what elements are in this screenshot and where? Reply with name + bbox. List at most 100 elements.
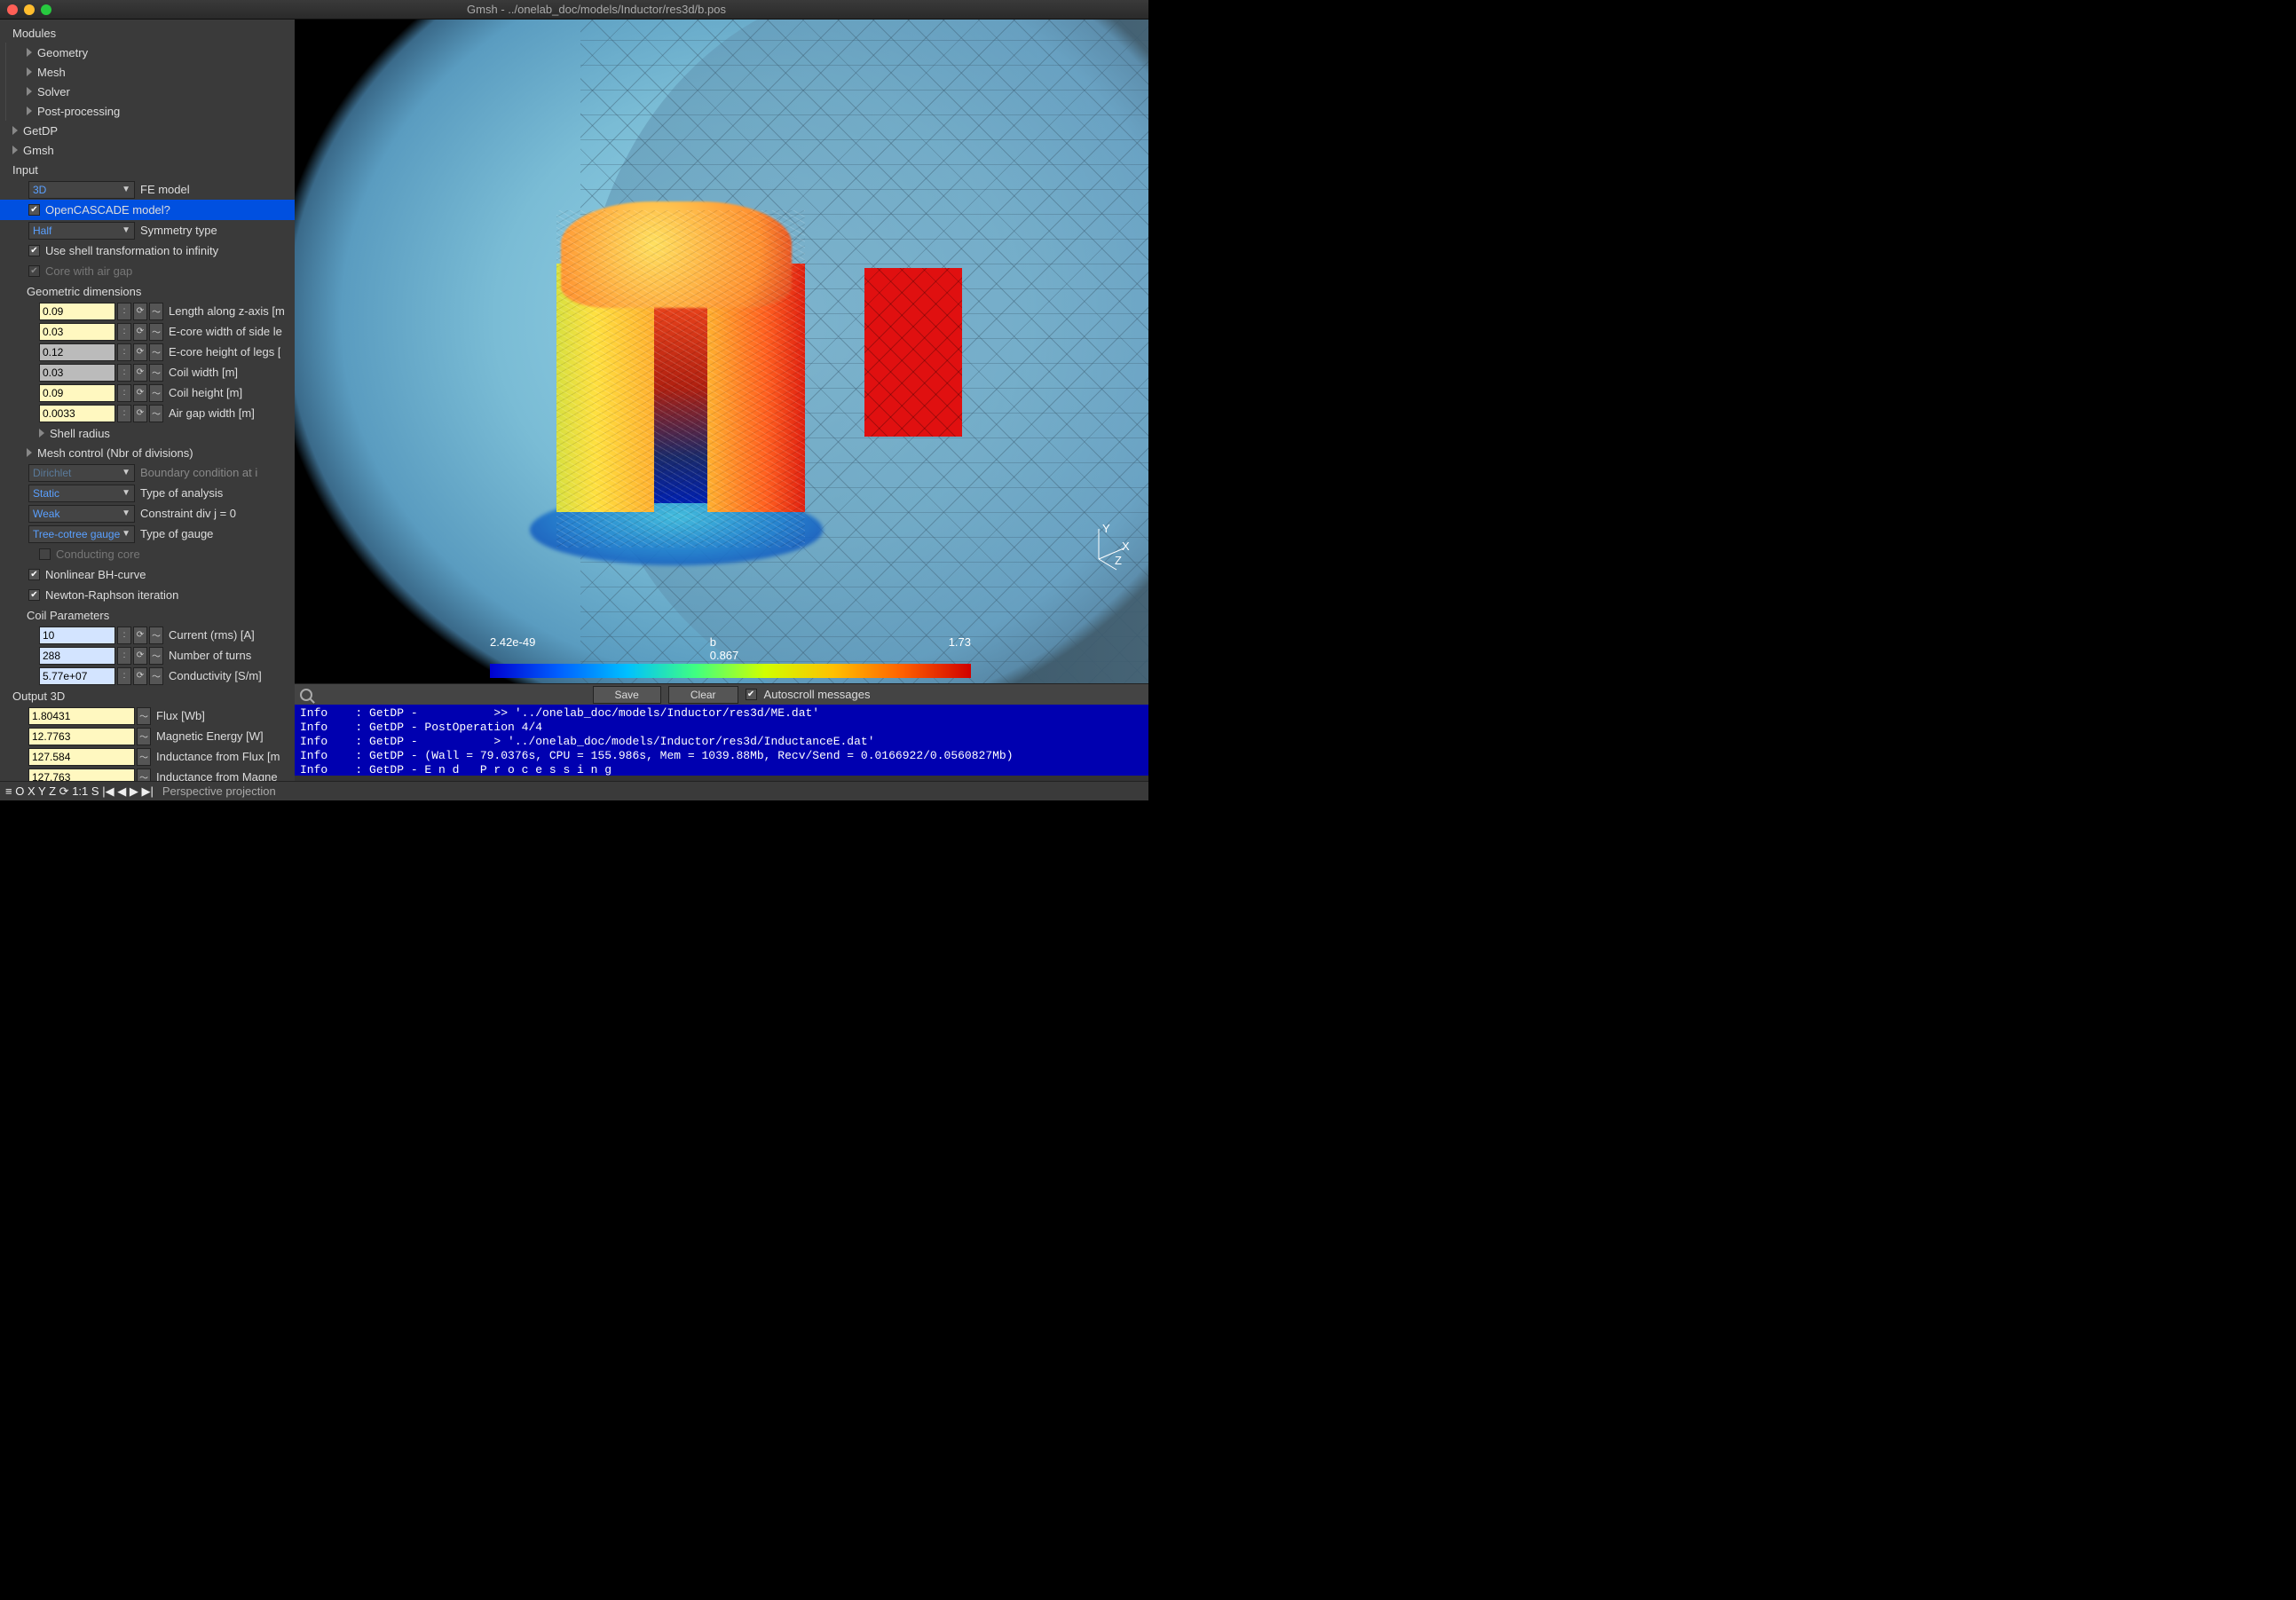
colorbar-max: 1.73 xyxy=(949,635,971,662)
module-mesh[interactable]: Mesh xyxy=(0,62,295,82)
stepper-button[interactable]: : xyxy=(117,647,131,665)
status-button[interactable]: |◀ xyxy=(102,784,114,798)
stepper-button[interactable]: : xyxy=(117,667,131,685)
stepper-button[interactable]: : xyxy=(117,303,131,320)
fe-model-select[interactable]: 3D▼ FE model xyxy=(0,179,295,200)
stepper-button[interactable]: : xyxy=(117,364,131,382)
status-button[interactable]: ▶ xyxy=(130,784,138,798)
coil-row: : ⟳ 〜 Number of turns xyxy=(0,645,295,666)
geodim-input[interactable] xyxy=(39,303,115,320)
graph-button[interactable]: 〜 xyxy=(149,384,163,402)
graph-button[interactable]: 〜 xyxy=(149,303,163,320)
nonlinear-bh-checkbox[interactable]: ✔ Nonlinear BH-curve xyxy=(0,564,295,585)
output3d-header[interactable]: Output 3D xyxy=(0,686,295,705)
shell-transform-checkbox[interactable]: ✔ Use shell transformation to infinity xyxy=(0,240,295,261)
gmsh-node[interactable]: Gmsh xyxy=(0,140,295,160)
symmetry-select[interactable]: Half▼ Symmetry type xyxy=(0,220,295,240)
getdp-node[interactable]: GetDP xyxy=(0,121,295,140)
clear-button[interactable]: Clear xyxy=(668,686,738,704)
stepper-button[interactable]: : xyxy=(117,384,131,402)
constraint-select[interactable]: Weak▼ Constraint div j = 0 xyxy=(0,503,295,524)
mesh-control-node[interactable]: Mesh control (Nbr of divisions) xyxy=(0,443,295,462)
save-button[interactable]: Save xyxy=(593,686,661,704)
refresh-button[interactable]: ⟳ xyxy=(133,627,147,644)
graph-button[interactable]: 〜 xyxy=(149,667,163,685)
3d-viewport[interactable]: 2.42e-49 b0.867 1.73 Y X Z xyxy=(295,20,1148,683)
geodim-input[interactable] xyxy=(39,405,115,422)
output-value xyxy=(28,748,135,766)
coil-input[interactable] xyxy=(39,647,115,665)
refresh-button[interactable]: ⟳ xyxy=(133,667,147,685)
geodim-input[interactable] xyxy=(39,384,115,402)
status-button[interactable]: S xyxy=(91,784,99,798)
checkbox-icon[interactable]: ✔ xyxy=(746,689,757,700)
input-header[interactable]: Input xyxy=(0,160,295,179)
refresh-button[interactable]: ⟳ xyxy=(133,647,147,665)
opencascade-checkbox[interactable]: ✔ OpenCASCADE model? xyxy=(0,200,295,220)
stepper-button[interactable]: : xyxy=(117,405,131,422)
coil-label: Number of turns xyxy=(169,649,251,662)
status-button[interactable]: X xyxy=(28,784,36,798)
refresh-button[interactable]: ⟳ xyxy=(133,364,147,382)
geodim-row: : ⟳ 〜 Length along z-axis [m xyxy=(0,301,295,321)
refresh-button[interactable]: ⟳ xyxy=(133,323,147,341)
minimize-icon[interactable] xyxy=(24,4,35,15)
status-button[interactable]: ⟳ xyxy=(59,784,69,798)
output-row: 〜 Flux [Wb] xyxy=(0,705,295,726)
status-button[interactable]: Z xyxy=(49,784,56,798)
graph-button[interactable]: 〜 xyxy=(149,343,163,361)
colorbar: 2.42e-49 b0.867 1.73 xyxy=(490,635,971,667)
graph-button[interactable]: 〜 xyxy=(149,405,163,422)
gauge-select[interactable]: Tree-cotree gauge▼ Type of gauge xyxy=(0,524,295,544)
graph-button[interactable]: 〜 xyxy=(137,707,151,725)
search-icon[interactable] xyxy=(300,689,312,701)
status-button[interactable]: ◀ xyxy=(117,784,126,798)
output-label: Magnetic Energy [W] xyxy=(156,729,264,743)
status-button[interactable]: ▶| xyxy=(141,784,153,798)
coil-input[interactable] xyxy=(39,667,115,685)
module-geometry[interactable]: Geometry xyxy=(0,43,295,62)
graph-button[interactable]: 〜 xyxy=(137,728,151,745)
graph-button[interactable]: 〜 xyxy=(137,748,151,766)
stepper-button[interactable]: : xyxy=(117,627,131,644)
coil-params-header[interactable]: Coil Parameters xyxy=(0,605,295,625)
shell-radius-node[interactable]: Shell radius xyxy=(0,423,295,443)
graph-button[interactable]: 〜 xyxy=(149,627,163,644)
geodim-row: : ⟳ 〜 Coil height [m] xyxy=(0,382,295,403)
close-icon[interactable] xyxy=(7,4,18,15)
geodim-label: Coil height [m] xyxy=(169,386,242,399)
geodim-input[interactable] xyxy=(39,364,115,382)
stepper-button[interactable]: : xyxy=(117,323,131,341)
expand-icon xyxy=(12,126,18,135)
expand-icon xyxy=(27,87,32,96)
refresh-button[interactable]: ⟳ xyxy=(133,384,147,402)
geodim-input[interactable] xyxy=(39,343,115,361)
status-button[interactable]: 1:1 xyxy=(72,784,88,798)
geodim-header[interactable]: Geometric dimensions xyxy=(0,281,295,301)
expand-icon xyxy=(27,67,32,76)
h-scrollbar[interactable] xyxy=(295,776,1148,781)
modules-header[interactable]: Modules xyxy=(0,23,295,43)
geodim-label: Air gap width [m] xyxy=(169,406,255,420)
coil-input[interactable] xyxy=(39,627,115,644)
newton-raphson-checkbox[interactable]: ✔ Newton-Raphson iteration xyxy=(0,585,295,605)
status-button[interactable]: O xyxy=(15,784,24,798)
status-button[interactable]: ≡ xyxy=(5,784,12,798)
refresh-button[interactable]: ⟳ xyxy=(133,343,147,361)
geodim-row: : ⟳ 〜 E-core width of side le xyxy=(0,321,295,342)
refresh-button[interactable]: ⟳ xyxy=(133,405,147,422)
maximize-icon[interactable] xyxy=(41,4,51,15)
window-title: Gmsh - ../onelab_doc/models/Inductor/res… xyxy=(51,3,1141,16)
graph-button[interactable]: 〜 xyxy=(149,323,163,341)
analysis-select[interactable]: Static▼ Type of analysis xyxy=(0,483,295,503)
chevron-down-icon: ▼ xyxy=(122,225,130,235)
module-solver[interactable]: Solver xyxy=(0,82,295,101)
graph-button[interactable]: 〜 xyxy=(137,768,151,782)
stepper-button[interactable]: : xyxy=(117,343,131,361)
module-postproc[interactable]: Post-processing xyxy=(0,101,295,121)
geodim-input[interactable] xyxy=(39,323,115,341)
status-button[interactable]: Y xyxy=(38,784,45,798)
graph-button[interactable]: 〜 xyxy=(149,364,163,382)
refresh-button[interactable]: ⟳ xyxy=(133,303,147,320)
graph-button[interactable]: 〜 xyxy=(149,647,163,665)
